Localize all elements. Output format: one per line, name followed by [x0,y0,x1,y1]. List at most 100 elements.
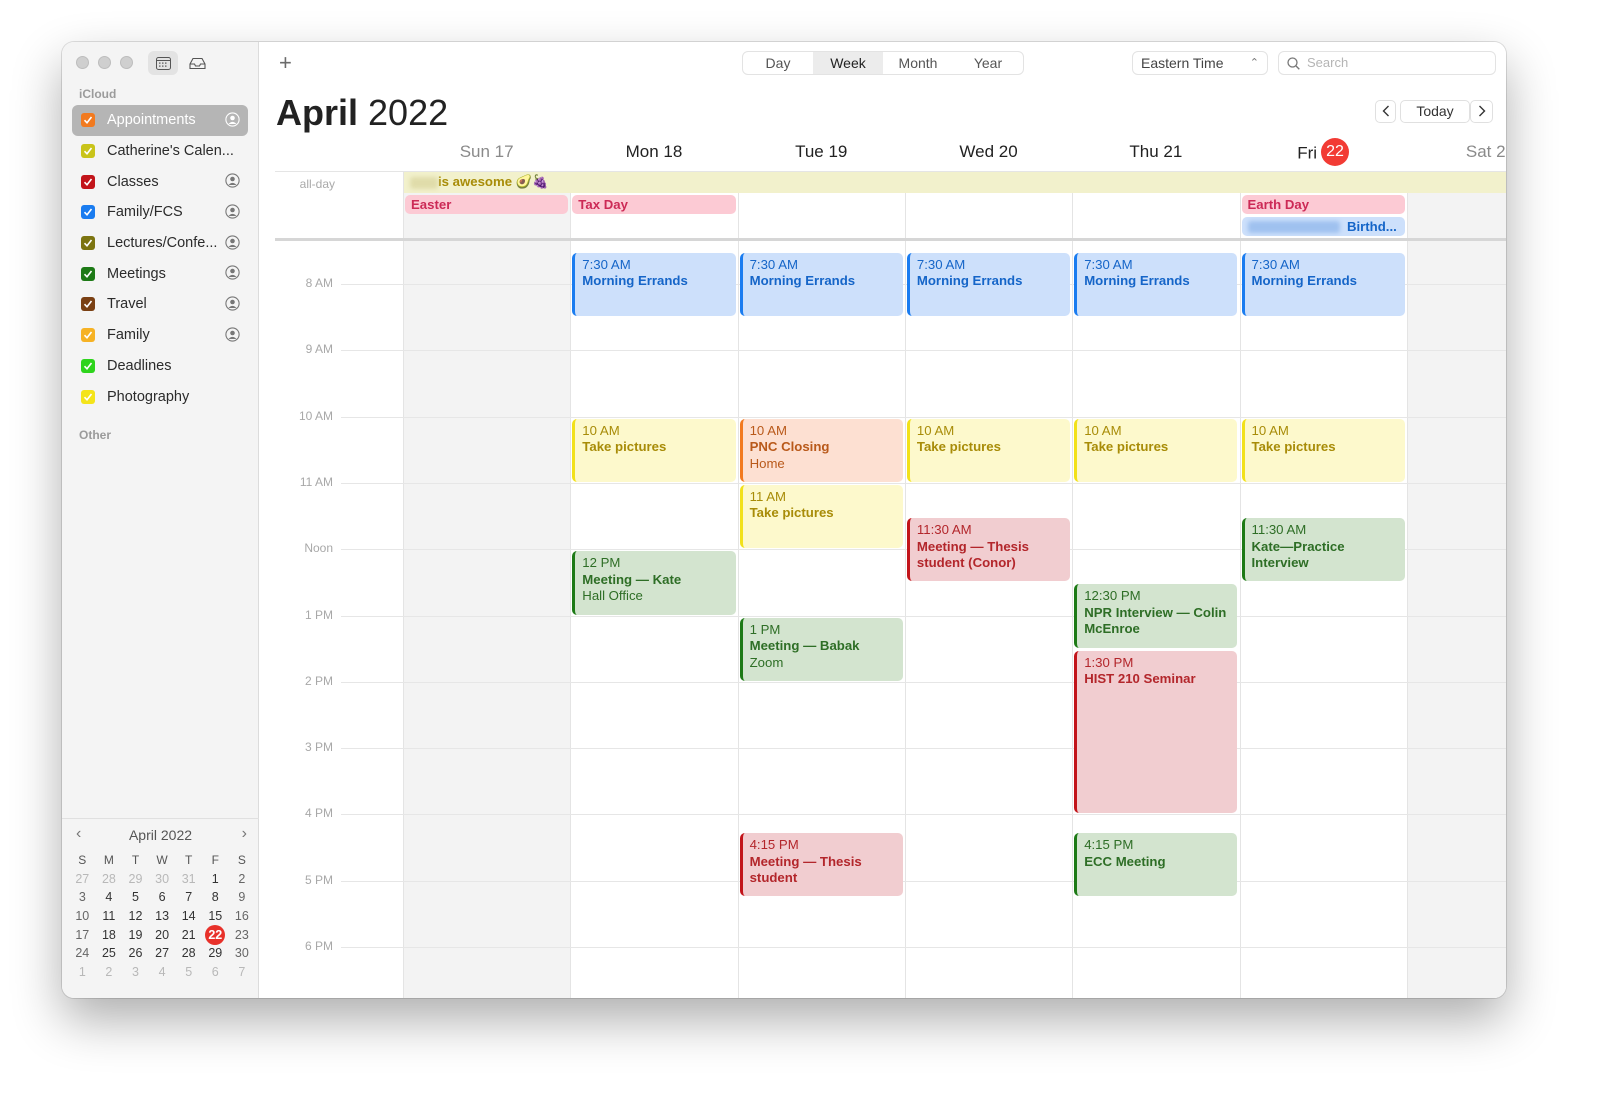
time-grid[interactable]: 8 AM 9 AM 10 AM 11 AM Noon 1 PM 2 PM 3 PM 4 PM 5 … [259,241,1506,998]
mini-day[interactable]: 9 [229,888,256,907]
event-meeting-thesis-student[interactable]: 4:15 PM Meeting — Thesis student [739,833,903,897]
shared-person-icon[interactable] [225,327,240,342]
day-header-tue-19[interactable]: Tue 19 [738,142,905,168]
event-morning-errands[interactable]: 7:30 AM Morning Errands [906,252,1071,317]
day-header-mon-18[interactable]: Mon 18 [570,142,737,168]
mini-day[interactable]: 8 [202,888,229,907]
calendar-checkbox[interactable] [81,205,95,220]
calendar-checkbox[interactable] [81,297,95,312]
mini-day[interactable]: 19 [122,926,149,945]
mini-day[interactable]: 3 [122,963,149,982]
close-window-button[interactable] [76,56,89,69]
mini-day[interactable]: 18 [96,926,123,945]
view-tab-day[interactable]: Day [743,52,813,74]
mini-day[interactable]: 11 [96,907,123,926]
mini-day[interactable]: 7 [175,888,202,907]
mini-day[interactable]: 15 [202,907,229,926]
shared-person-icon[interactable] [225,265,240,281]
day-column[interactable] [1239,241,1407,998]
mini-day[interactable]: 4 [149,963,176,982]
mini-day[interactable]: 25 [96,944,123,963]
calendar-item-catherine-s-calen[interactable]: Catherine's Calen... [72,136,248,167]
event-morning-errands[interactable]: 7:30 AM Morning Errands [1074,252,1238,317]
inbox-button[interactable] [182,51,212,75]
timezone-select[interactable]: Eastern Time ⌃ [1132,51,1268,75]
calendar-checkbox[interactable] [81,328,95,343]
mini-day[interactable]: 4 [96,888,123,907]
mini-day[interactable]: 29 [202,944,229,963]
calendar-item-travel[interactable]: Travel [72,289,248,320]
mini-day[interactable]: 26 [122,944,149,963]
mini-day[interactable]: 23 [229,926,256,945]
mini-day[interactable]: 30 [149,870,176,889]
day-column[interactable] [570,241,737,998]
mini-day[interactable]: 1 [202,870,229,889]
mini-day[interactable]: 20 [149,926,176,945]
event-meeting-babak[interactable]: 1 PM Meeting — Babak Zoom [739,617,903,681]
all-day-event-easter[interactable]: Easter [405,195,569,214]
calendar-checkbox[interactable] [81,266,95,281]
view-tab-month[interactable]: Month [883,52,953,74]
mini-day[interactable]: 1 [69,963,96,982]
mini-day[interactable]: 31 [175,870,202,889]
minimize-window-button[interactable] [98,56,111,69]
calendar-item-deadlines[interactable]: Deadlines [72,351,248,382]
calendar-checkbox[interactable] [81,236,95,251]
event-kate-practice-interview[interactable]: 11:30 AM Kate—Practice Interview [1241,518,1405,582]
shared-person-icon[interactable] [225,112,240,127]
event-morning-errands[interactable]: 7:30 AM Morning Errands [739,252,903,317]
day-header-sat-23[interactable]: Sat 23 [1407,142,1506,168]
mini-day[interactable]: 28 [175,944,202,963]
calendar-item-family-fcs[interactable]: Family/FCS [72,197,248,228]
day-header-fri[interactable]: Fri 22 [1240,138,1407,168]
all-day-banner-event[interactable]: is awesome 🥑🍇 [404,172,1506,193]
calendar-item-classes[interactable]: Classes [72,166,248,197]
previous-week-button[interactable] [1375,100,1396,123]
shared-person-icon[interactable] [225,296,240,311]
mini-day[interactable]: 13 [149,907,176,926]
event-morning-errands[interactable]: 7:30 AM Morning Errands [1241,252,1405,317]
event-ecc-meeting[interactable]: 4:15 PM ECC Meeting [1074,833,1238,897]
shared-person-icon[interactable] [225,235,240,250]
calendar-item-lectures-confe[interactable]: Lectures/Confe... [72,228,248,259]
event-take-pictures[interactable]: 10 AM Take pictures [1241,418,1405,482]
mini-day[interactable]: 6 [149,888,176,907]
all-day-event-tax-day[interactable]: Tax Day [572,195,736,214]
mini-day[interactable]: 28 [96,870,123,889]
event-take-pictures[interactable]: 10 AM Take pictures [1074,418,1238,482]
mini-day[interactable]: 2 [96,963,123,982]
mini-day[interactable]: 2 [229,870,256,889]
event-take-pictures[interactable]: 10 AM Take pictures [572,418,736,482]
calendar-checkbox[interactable] [81,174,95,189]
today-button[interactable]: Today [1400,100,1470,123]
view-tab-year[interactable]: Year [953,52,1023,74]
event-npr-interview-colin-mcenroe[interactable]: 12:30 PM NPR Interview — Colin McEnroe [1074,584,1238,648]
mini-day[interactable]: 29 [122,870,149,889]
calendar-checkbox[interactable] [81,144,95,159]
day-header-wed-20[interactable]: Wed 20 [905,142,1072,168]
day-column[interactable] [403,241,571,998]
calendar-checkbox[interactable] [81,389,95,404]
event-take-pictures[interactable]: 11 AM Take pictures [739,484,903,549]
event-meeting-thesis-student-conor[interactable]: 11:30 AM Meeting — Thesis student (Conor) [906,518,1071,582]
mini-next-month-button[interactable]: › [242,825,247,843]
mini-day-today[interactable]: 22 [202,924,229,945]
calendar-list-toggle[interactable] [148,51,178,75]
day-column[interactable] [904,241,1072,998]
mini-day[interactable]: 17 [69,926,96,945]
all-day-event-earth-day[interactable]: Earth Day [1241,195,1405,214]
shared-person-icon[interactable] [225,173,240,189]
day-column[interactable] [1406,241,1506,998]
event-hist-210-seminar[interactable]: 1:30 PM HIST 210 Seminar [1074,650,1238,814]
event-morning-errands[interactable]: 7:30 AM Morning Errands [572,252,736,317]
zoom-window-button[interactable] [120,56,133,69]
shared-person-icon[interactable] [225,204,240,219]
calendar-checkbox[interactable] [81,113,95,128]
event-pnc-closing[interactable]: 10 AM PNC Closing Home [739,418,903,482]
all-day-event-birthd[interactable]: Birthd... [1241,217,1405,236]
mini-day[interactable]: 27 [149,944,176,963]
mini-day[interactable]: 27 [69,870,96,889]
event-take-pictures[interactable]: 10 AM Take pictures [906,418,1071,482]
mini-day[interactable]: 16 [229,907,256,926]
calendar-item-family[interactable]: Family [72,320,248,351]
